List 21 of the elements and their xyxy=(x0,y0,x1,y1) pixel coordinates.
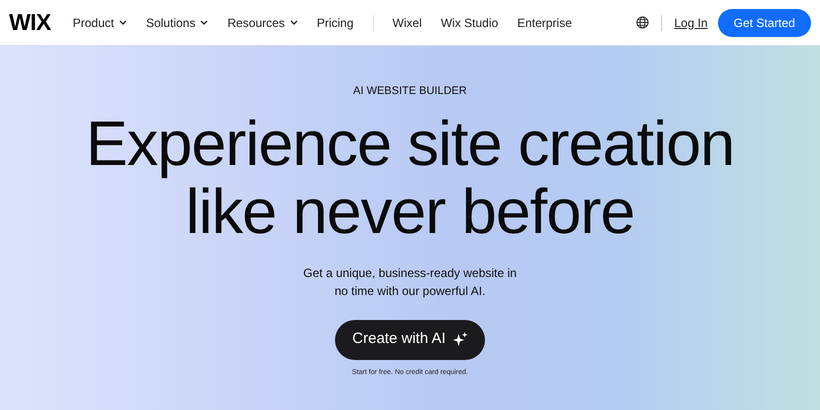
globe-icon[interactable] xyxy=(636,16,650,29)
nav-link[interactable]: Wix Studio xyxy=(440,14,498,32)
hero-heading-line: like never before xyxy=(186,178,634,246)
hero-subtitle-line: Get a unique, business-ready website in xyxy=(303,264,517,282)
nav-menu-item[interactable]: Resources xyxy=(227,14,298,32)
hero-heading-line: Experience site creation xyxy=(86,110,734,178)
nav-menu-item[interactable]: Solutions xyxy=(146,14,208,32)
chevron-down-icon xyxy=(290,20,298,25)
nav-menu-item[interactable]: Product xyxy=(72,14,128,32)
get-started-button[interactable]: Get Started xyxy=(718,8,811,36)
nav-link[interactable]: Pricing xyxy=(316,14,354,32)
nav-link[interactable]: Enterprise xyxy=(517,14,572,32)
hero-subtitle-line: no time with our powerful AI. xyxy=(334,282,486,300)
chevron-down-icon xyxy=(119,20,128,25)
create-with-ai-button[interactable]: Create with AI xyxy=(335,320,485,360)
sparkle-icon xyxy=(452,332,468,347)
login-link[interactable]: Log In xyxy=(674,14,708,32)
logo[interactable]: WIX xyxy=(9,5,51,40)
eyebrow-label: AI WEBSITE BUILDER xyxy=(353,84,467,99)
chevron-down-icon xyxy=(200,20,208,25)
nav-link[interactable]: Wixel xyxy=(392,14,422,32)
